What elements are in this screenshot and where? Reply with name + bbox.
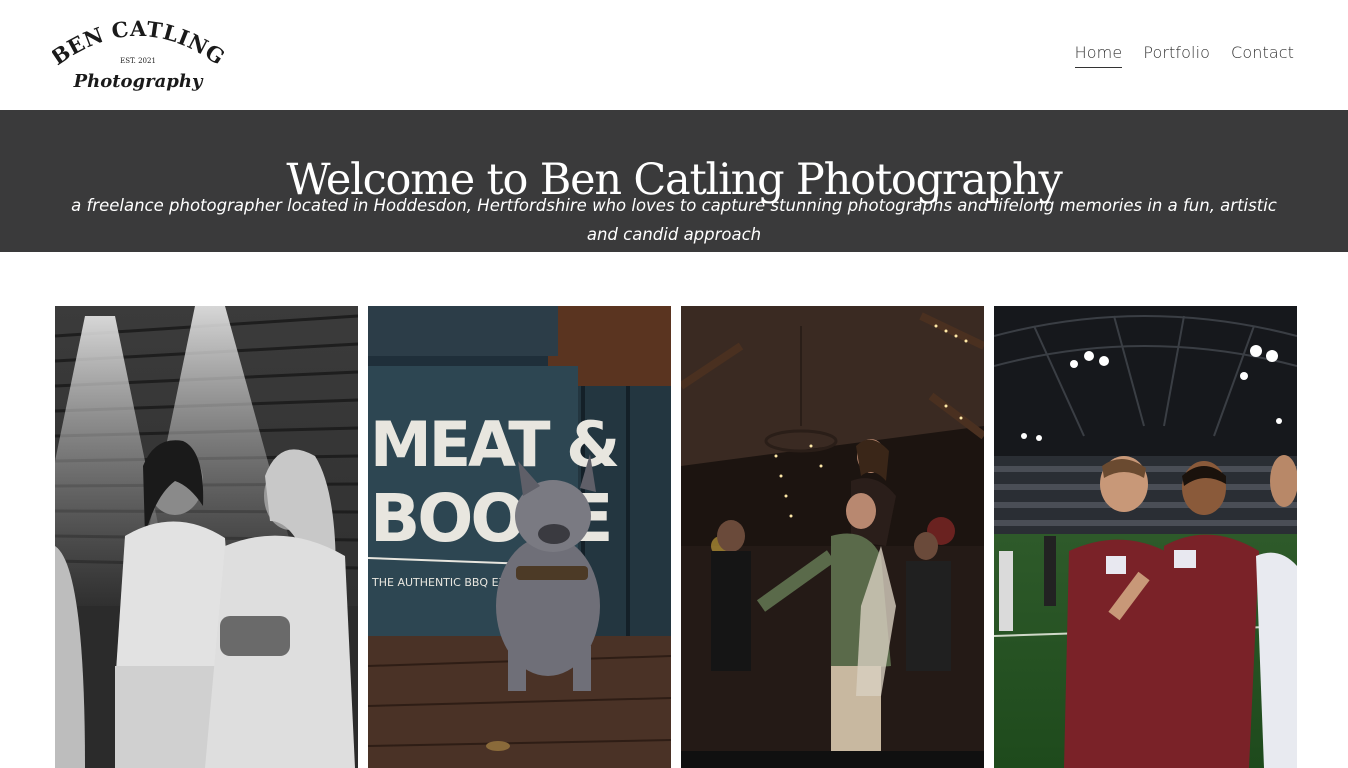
svg-text:EST. 2021: EST. 2021 — [120, 57, 156, 65]
photo-party-image — [681, 306, 984, 768]
svg-text:Photography: Photography — [73, 71, 204, 92]
gallery-photo-3[interactable] — [681, 306, 984, 768]
nav-home[interactable]: Home — [1074, 43, 1123, 68]
photo-bulldog-image: MEAT & BOOZE THE AUTHENTIC BBQ EXPERIENC… — [368, 306, 671, 768]
site-logo[interactable]: BEN CATLING EST. 2021 Photography — [52, 14, 224, 96]
hero-banner: Welcome to Ben Catling Photography a fre… — [0, 110, 1348, 252]
photo-women-image — [55, 306, 358, 768]
sign-text-meat: MEAT & — [370, 408, 618, 481]
hero-subtitle: a freelance photographer located in Hodd… — [71, 196, 1277, 244]
logo-image: BEN CATLING EST. 2021 Photography — [52, 16, 224, 92]
gallery-photo-2[interactable]: MEAT & BOOZE THE AUTHENTIC BBQ EXPERIENC… — [368, 306, 671, 768]
site-header: BEN CATLING EST. 2021 Photography Home P… — [0, 0, 1348, 110]
nav-contact[interactable]: Contact — [1231, 43, 1294, 68]
gallery-photo-4[interactable] — [994, 306, 1297, 768]
gallery-photo-1[interactable] — [55, 306, 358, 768]
photo-footballers-image — [994, 306, 1297, 768]
photo-gallery: MEAT & BOOZE THE AUTHENTIC BBQ EXPERIENC… — [55, 306, 1297, 768]
main-nav: Home Portfolio Contact — [1074, 43, 1294, 68]
nav-portfolio[interactable]: Portfolio — [1143, 43, 1210, 68]
